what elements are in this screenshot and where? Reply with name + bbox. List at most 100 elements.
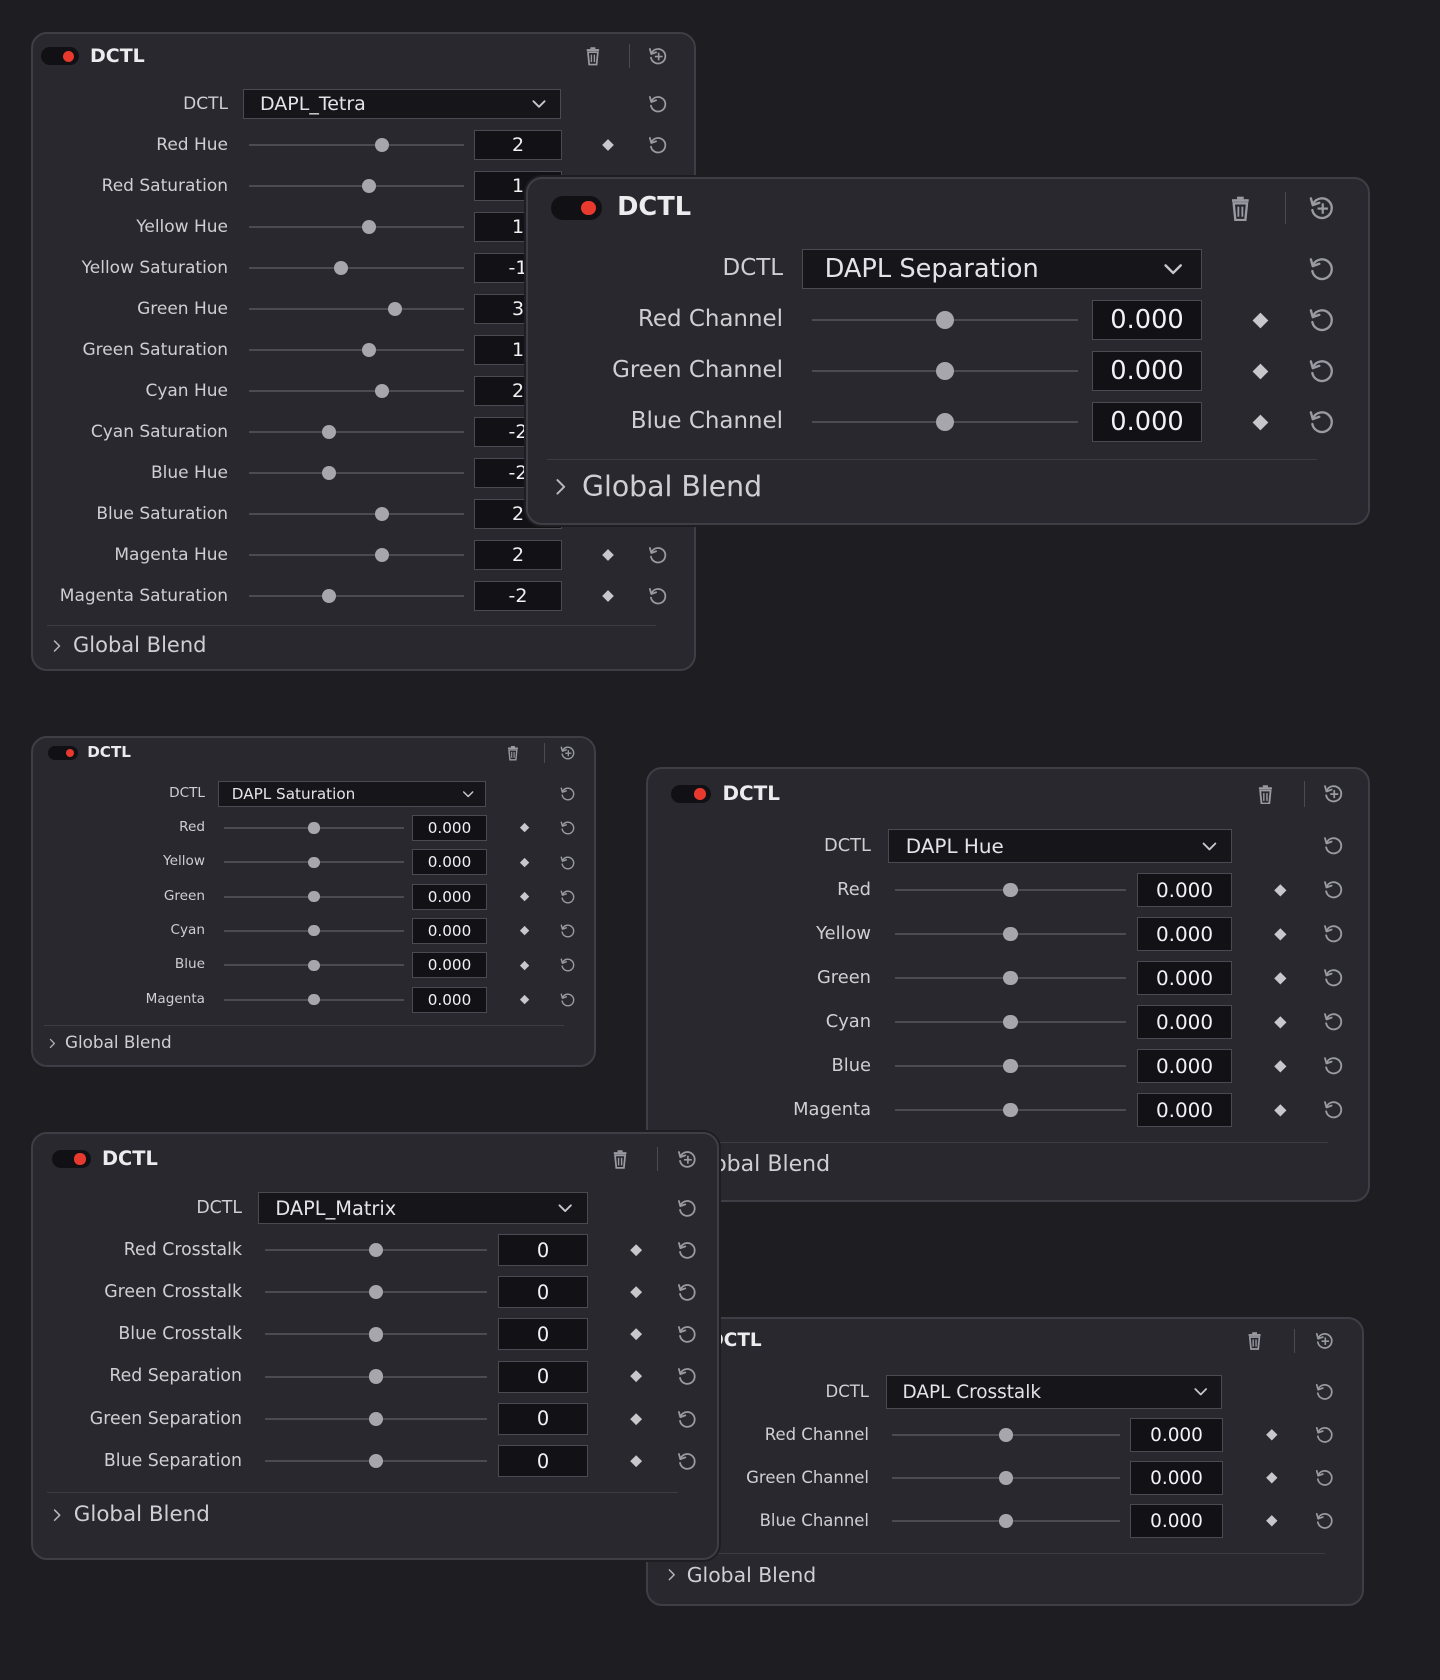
param-slider-handle[interactable] — [1003, 1058, 1018, 1074]
param-slider-handle[interactable] — [308, 822, 320, 834]
reset-arrow-icon[interactable] — [559, 922, 577, 940]
diamond-icon[interactable] — [1265, 1514, 1279, 1528]
param-slider-track[interactable] — [249, 554, 464, 556]
dctl-select[interactable]: DAPL_Tetra — [243, 89, 561, 119]
diamond-icon[interactable] — [629, 1369, 643, 1383]
global-blend-toggle[interactable]: Global Blend — [49, 631, 206, 660]
reset-all-icon[interactable] — [559, 744, 577, 762]
reset-all-icon[interactable] — [1322, 782, 1345, 805]
reset-arrow-icon[interactable] — [1314, 1467, 1335, 1488]
reset-arrow-icon[interactable] — [647, 585, 669, 607]
diamond-icon[interactable] — [1265, 1428, 1279, 1442]
param-slider-handle[interactable] — [935, 361, 955, 381]
param-value-field[interactable]: 0 — [498, 1445, 588, 1477]
reset-all-icon[interactable] — [1307, 193, 1337, 223]
reset-arrow-icon[interactable] — [676, 1450, 698, 1472]
param-slider-track[interactable] — [249, 185, 464, 187]
enable-toggle[interactable] — [551, 195, 603, 221]
trash-icon[interactable] — [1225, 193, 1255, 223]
diamond-icon[interactable] — [601, 589, 615, 603]
diamond-icon[interactable] — [629, 1412, 643, 1426]
reset-arrow-icon[interactable] — [1314, 1510, 1335, 1531]
diamond-icon[interactable] — [629, 1243, 643, 1257]
param-value-field[interactable]: -2 — [474, 581, 562, 611]
diamond-icon[interactable] — [519, 822, 530, 833]
reset-arrow-icon[interactable] — [559, 956, 577, 974]
diamond-icon[interactable] — [629, 1285, 643, 1299]
param-value-field[interactable]: 0.000 — [412, 883, 487, 910]
param-slider-track[interactable] — [249, 144, 464, 146]
param-slider-handle[interactable] — [999, 1514, 1013, 1528]
param-slider-track[interactable] — [249, 349, 464, 351]
reset-arrow-icon[interactable] — [559, 785, 577, 803]
param-value-field[interactable]: 0.000 — [412, 952, 487, 979]
param-value-field[interactable]: 0 — [498, 1360, 588, 1393]
diamond-icon[interactable] — [629, 1327, 643, 1341]
param-slider-handle[interactable] — [308, 993, 320, 1006]
reset-arrow-icon[interactable] — [1322, 834, 1345, 857]
param-value-field[interactable]: 0.000 — [412, 986, 487, 1013]
trash-icon[interactable] — [1244, 1330, 1265, 1351]
param-value-field[interactable]: 0.000 — [412, 917, 487, 944]
param-slider-track[interactable] — [249, 390, 464, 392]
param-slider-track[interactable] — [249, 595, 464, 597]
dctl-select[interactable]: DAPL Separation — [802, 249, 1202, 289]
global-blend-toggle[interactable]: Global Blend — [550, 467, 762, 507]
param-slider-handle[interactable] — [375, 507, 390, 521]
param-value-field[interactable]: 0.000 — [1137, 1005, 1232, 1039]
diamond-icon[interactable] — [1273, 1015, 1288, 1030]
global-blend-toggle[interactable]: Global Blend — [664, 1561, 816, 1590]
trash-icon[interactable] — [504, 744, 522, 762]
param-slider-handle[interactable] — [321, 466, 336, 480]
param-slider-handle[interactable] — [935, 412, 955, 432]
param-slider-track[interactable] — [249, 226, 464, 228]
enable-toggle[interactable] — [41, 47, 79, 65]
enable-toggle[interactable] — [52, 1149, 91, 1169]
diamond-icon[interactable] — [519, 857, 530, 868]
param-value-field[interactable]: 0.000 — [1137, 1049, 1232, 1083]
param-value-field[interactable]: 0.000 — [1092, 351, 1202, 391]
diamond-icon[interactable] — [601, 138, 615, 152]
param-value-field[interactable]: 0 — [498, 1318, 588, 1351]
diamond-icon[interactable] — [1251, 362, 1270, 381]
param-slider-handle[interactable] — [375, 384, 390, 398]
diamond-icon[interactable] — [1273, 927, 1288, 942]
reset-all-icon[interactable] — [1314, 1330, 1335, 1351]
diamond-icon[interactable] — [1273, 971, 1288, 986]
trash-icon[interactable] — [1253, 782, 1276, 805]
param-slider-handle[interactable] — [388, 302, 403, 316]
param-slider-handle[interactable] — [362, 343, 377, 357]
reset-arrow-icon[interactable] — [559, 991, 577, 1009]
diamond-icon[interactable] — [1265, 1471, 1279, 1485]
param-value-field[interactable]: 0.000 — [1092, 402, 1202, 442]
param-value-field[interactable]: 2 — [474, 130, 562, 160]
param-value-field[interactable]: 0 — [498, 1234, 588, 1266]
diamond-icon[interactable] — [519, 960, 530, 971]
diamond-icon[interactable] — [629, 1454, 643, 1468]
param-slider-handle[interactable] — [999, 1471, 1013, 1485]
param-value-field[interactable]: 0.000 — [1137, 873, 1232, 907]
reset-arrow-icon[interactable] — [647, 134, 669, 156]
param-slider-handle[interactable] — [368, 1453, 384, 1469]
param-slider-handle[interactable] — [1003, 882, 1018, 898]
dctl-select[interactable]: DAPL_Matrix — [258, 1192, 588, 1224]
diamond-icon[interactable] — [1273, 1059, 1288, 1074]
param-slider-track[interactable] — [249, 472, 464, 474]
reset-arrow-icon[interactable] — [1322, 1054, 1345, 1077]
param-value-field[interactable]: 0.000 — [412, 849, 487, 876]
param-slider-handle[interactable] — [362, 220, 377, 234]
param-slider-handle[interactable] — [321, 589, 336, 603]
reset-arrow-icon[interactable] — [1307, 407, 1337, 437]
param-slider-handle[interactable] — [308, 856, 320, 868]
param-slider-handle[interactable] — [375, 138, 390, 152]
param-slider-handle[interactable] — [368, 1285, 384, 1300]
reset-arrow-icon[interactable] — [1322, 1098, 1345, 1121]
global-blend-toggle[interactable]: Global Blend — [46, 1031, 172, 1055]
diamond-icon[interactable] — [1251, 413, 1270, 432]
param-slider-handle[interactable] — [308, 891, 320, 903]
param-slider-handle[interactable] — [368, 1369, 384, 1384]
reset-arrow-icon[interactable] — [1307, 305, 1337, 335]
param-slider-track[interactable] — [249, 308, 464, 310]
param-slider-handle[interactable] — [1003, 1014, 1018, 1030]
reset-arrow-icon[interactable] — [676, 1323, 698, 1345]
